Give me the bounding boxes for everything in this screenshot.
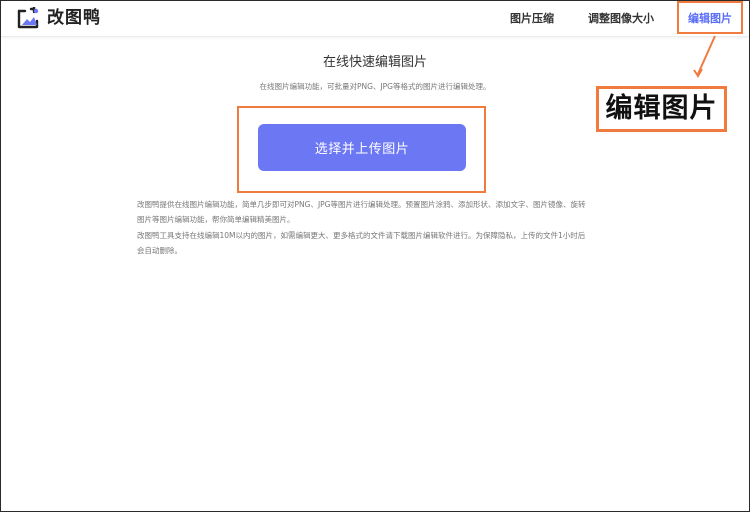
description: 改图鸭提供在线图片编辑功能，简单几步即可对PNG、JPG等图片进行编辑处理。预置…: [137, 197, 592, 258]
image-frame-icon: [17, 7, 39, 29]
logo-text: 改图鸭: [47, 8, 101, 28]
upload-image-button[interactable]: 选择并上传图片: [258, 124, 466, 171]
page-subtitle: 在线图片编辑功能，可批量对PNG、JPG等格式的图片进行编辑处理。: [259, 82, 491, 91]
nav-resize-image[interactable]: 调整图像大小: [588, 12, 654, 26]
description-paragraph: 改图鸭提供在线图片编辑功能，简单几步即可对PNG、JPG等图片进行编辑处理。预置…: [137, 200, 586, 225]
callout-text: 编辑图片: [605, 93, 718, 124]
nav-edit-highlight-box: [677, 1, 743, 34]
description-paragraph: 改图鸭工具支持在线编辑10M以内的图片，如需编辑更大、更多格式的文件请下载图片编…: [137, 230, 586, 255]
site-logo[interactable]: 改图鸭: [17, 7, 101, 29]
page-title: 在线快速编辑图片: [322, 55, 427, 70]
nav-image-compress[interactable]: 图片压缩: [510, 12, 554, 26]
top-header: 改图鸭 图片压缩 调整图像大小 编辑图片: [1, 1, 749, 37]
annotation-callout: 编辑图片: [596, 86, 727, 132]
